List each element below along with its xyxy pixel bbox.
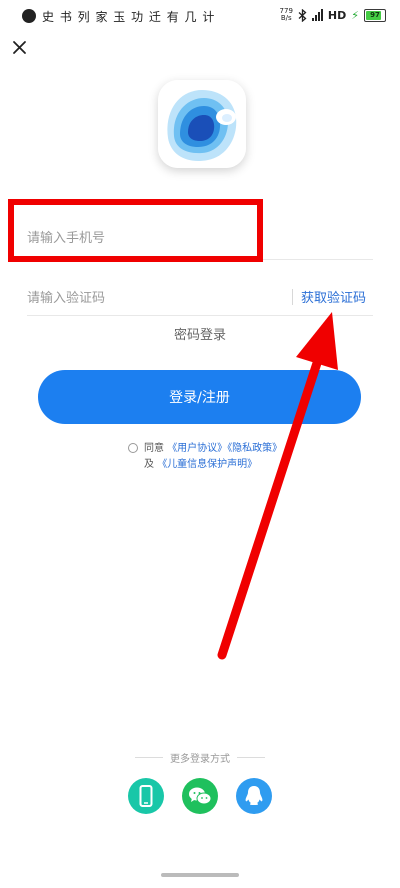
app-logo <box>158 80 246 168</box>
phone-input-underline <box>27 259 373 260</box>
network-speed-unit: B/s <box>280 14 292 22</box>
status-bar: 史 书 列 家 玉 功 迁 有 几 计 779 B/s HD ⚡ 97 <box>0 0 400 34</box>
network-type-label: HD <box>327 8 347 22</box>
verification-code-input[interactable] <box>27 287 277 309</box>
get-verification-code-button[interactable]: 获取验证码 <box>301 287 366 306</box>
charging-icon: ⚡ <box>351 8 359 22</box>
login-register-button[interactable]: 登录/注册 <box>38 370 361 424</box>
phone-number-input[interactable] <box>27 227 372 249</box>
app-logo-graphic <box>158 80 246 168</box>
more-login-label: 更多登录方式 <box>170 754 230 765</box>
privacy-policy-link[interactable]: 《隐私政策》 <box>227 443 282 454</box>
status-bar-left-text: 史 书 列 家 玉 功 迁 有 几 计 <box>42 10 216 24</box>
wechat-icon <box>189 787 212 805</box>
wechat-login-button[interactable] <box>182 778 218 814</box>
more-login-divider-right <box>237 757 265 758</box>
signal-icon <box>311 9 323 21</box>
password-login-link[interactable]: 密码登录 <box>0 324 400 343</box>
user-agreement-link[interactable]: 《用户协议》 <box>167 443 227 454</box>
status-bar-indicators: 779 B/s HD ⚡ 97 <box>280 8 386 22</box>
network-speed: 779 B/s <box>280 8 293 22</box>
code-divider <box>292 289 293 305</box>
battery-level: 97 <box>370 10 380 19</box>
phone-icon <box>139 785 153 807</box>
agree-label: 同意 <box>144 443 164 454</box>
battery-icon: 97 <box>364 8 386 22</box>
home-indicator <box>161 873 239 877</box>
close-icon <box>13 41 26 54</box>
agreement-checkbox[interactable] <box>128 443 138 453</box>
status-bar-notifications: 史 书 列 家 玉 功 迁 有 几 计 <box>22 8 215 25</box>
phone-login-button[interactable] <box>128 778 164 814</box>
qq-login-button[interactable] <box>236 778 272 814</box>
child-privacy-link[interactable]: 《儿童信息保护声明》 <box>157 459 257 470</box>
and-label: 及 <box>144 459 154 470</box>
close-button[interactable] <box>8 36 32 60</box>
agreement-text-second-line: 及 《儿童信息保护声明》 <box>144 455 257 470</box>
bluetooth-icon <box>298 8 307 22</box>
code-input-underline <box>27 315 373 316</box>
app-notification-icon <box>22 9 36 23</box>
agreement-text: 同意 《用户协议》《隐私政策》 <box>144 439 282 454</box>
qq-icon <box>245 786 263 805</box>
